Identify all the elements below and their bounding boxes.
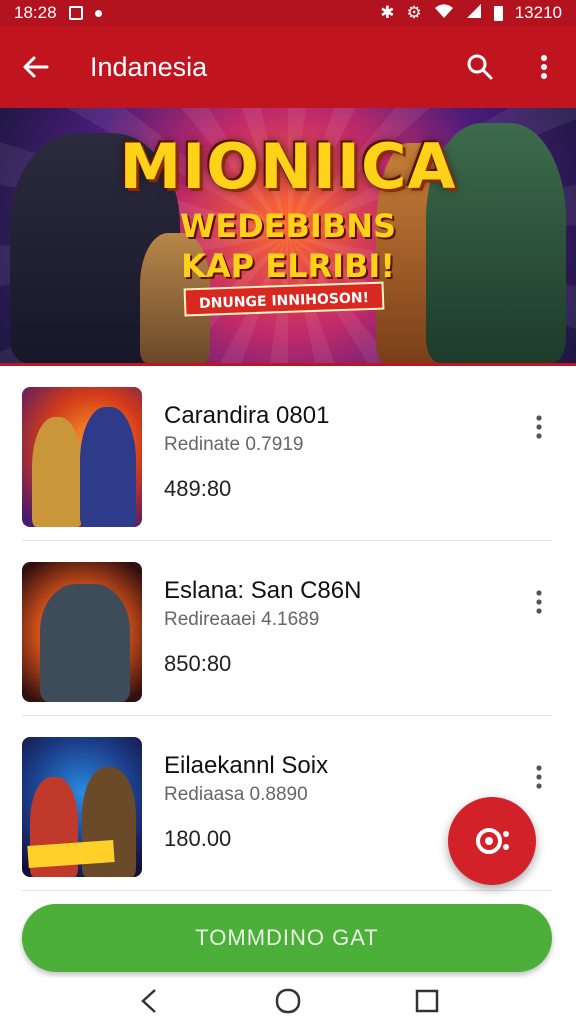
thumbnail-figure	[80, 407, 136, 527]
item-subtitle: Rediaasa 0.8890	[164, 784, 308, 805]
notification-icon	[68, 6, 83, 20]
camera-fab[interactable]	[448, 797, 536, 885]
item-title: Eilaekannl Soix	[164, 752, 329, 779]
settings-icon: ⚙	[406, 3, 422, 22]
bluetooth-icon: ✱	[380, 3, 395, 22]
banner-subtitle-line2: KAP ELRIBI!	[181, 247, 395, 285]
more-vert-icon	[536, 415, 542, 439]
app-bar: Indanesia	[0, 26, 576, 108]
status-time-right: 13210	[514, 3, 562, 22]
more-vert-icon	[536, 590, 542, 614]
list-item[interactable]: Carandira 0801 Redinate 0.7919 489:80	[0, 366, 576, 541]
overflow-menu-button[interactable]	[512, 26, 576, 108]
primary-action-button[interactable]: TOMMDINO GAT	[22, 904, 552, 972]
status-bar: 18:28 ✱ ⚙ 13210	[0, 0, 576, 26]
item-more-button[interactable]	[524, 762, 554, 792]
banner-title: MIONIICA	[119, 130, 457, 203]
nav-back-icon	[141, 989, 157, 1013]
wifi-icon	[434, 3, 454, 24]
banner-subtitle: WEDEBIBNS KAP ELRIBI!	[0, 206, 576, 286]
game-thumbnail	[22, 562, 142, 702]
dot-icon	[94, 9, 102, 17]
nav-home-icon	[275, 988, 301, 1014]
more-vert-icon	[536, 765, 542, 789]
thumbnail-figure	[40, 584, 130, 702]
banner-tag: DNUNGE INNIHOSON!	[183, 281, 385, 317]
item-price: 180.00	[164, 826, 232, 851]
divider	[22, 890, 552, 891]
system-nav-bar	[0, 978, 576, 1024]
page-title: Indanesia	[90, 51, 208, 82]
item-more-button[interactable]	[524, 412, 554, 442]
item-subtitle: Redireaaei 4.1689	[164, 609, 320, 630]
back-arrow-icon	[23, 56, 49, 78]
game-thumbnail	[22, 387, 142, 527]
game-thumbnail	[22, 737, 142, 877]
item-subtitle: Redinate 0.7919	[164, 434, 304, 455]
item-title: Eslana: San C86N	[164, 577, 362, 604]
camera-icon	[476, 828, 509, 854]
nav-recents-button[interactable]	[407, 981, 447, 1021]
battery-icon	[493, 5, 503, 21]
search-icon	[467, 54, 493, 80]
nav-back-button[interactable]	[129, 981, 169, 1021]
thumbnail-figure	[32, 417, 82, 527]
nav-home-button[interactable]	[268, 981, 308, 1021]
more-vert-icon	[541, 55, 547, 79]
signal-icon	[466, 3, 482, 24]
promo-banner[interactable]: MIONIICA WEDEBIBNS KAP ELRIBI! DNUNGE IN…	[0, 108, 576, 366]
item-price: 850:80	[164, 651, 232, 676]
back-button[interactable]	[0, 26, 70, 108]
item-more-button[interactable]	[524, 587, 554, 617]
item-price: 489:80	[164, 476, 232, 501]
item-title: Carandira 0801	[164, 402, 330, 429]
search-button[interactable]	[448, 26, 512, 108]
nav-recents-icon	[415, 989, 438, 1013]
status-time: 18:28	[14, 3, 57, 22]
list-item[interactable]: Eslana: San C86N Redireaaei 4.1689 850:8…	[0, 541, 576, 716]
banner-subtitle-line1: WEDEBIBNS	[179, 207, 397, 245]
